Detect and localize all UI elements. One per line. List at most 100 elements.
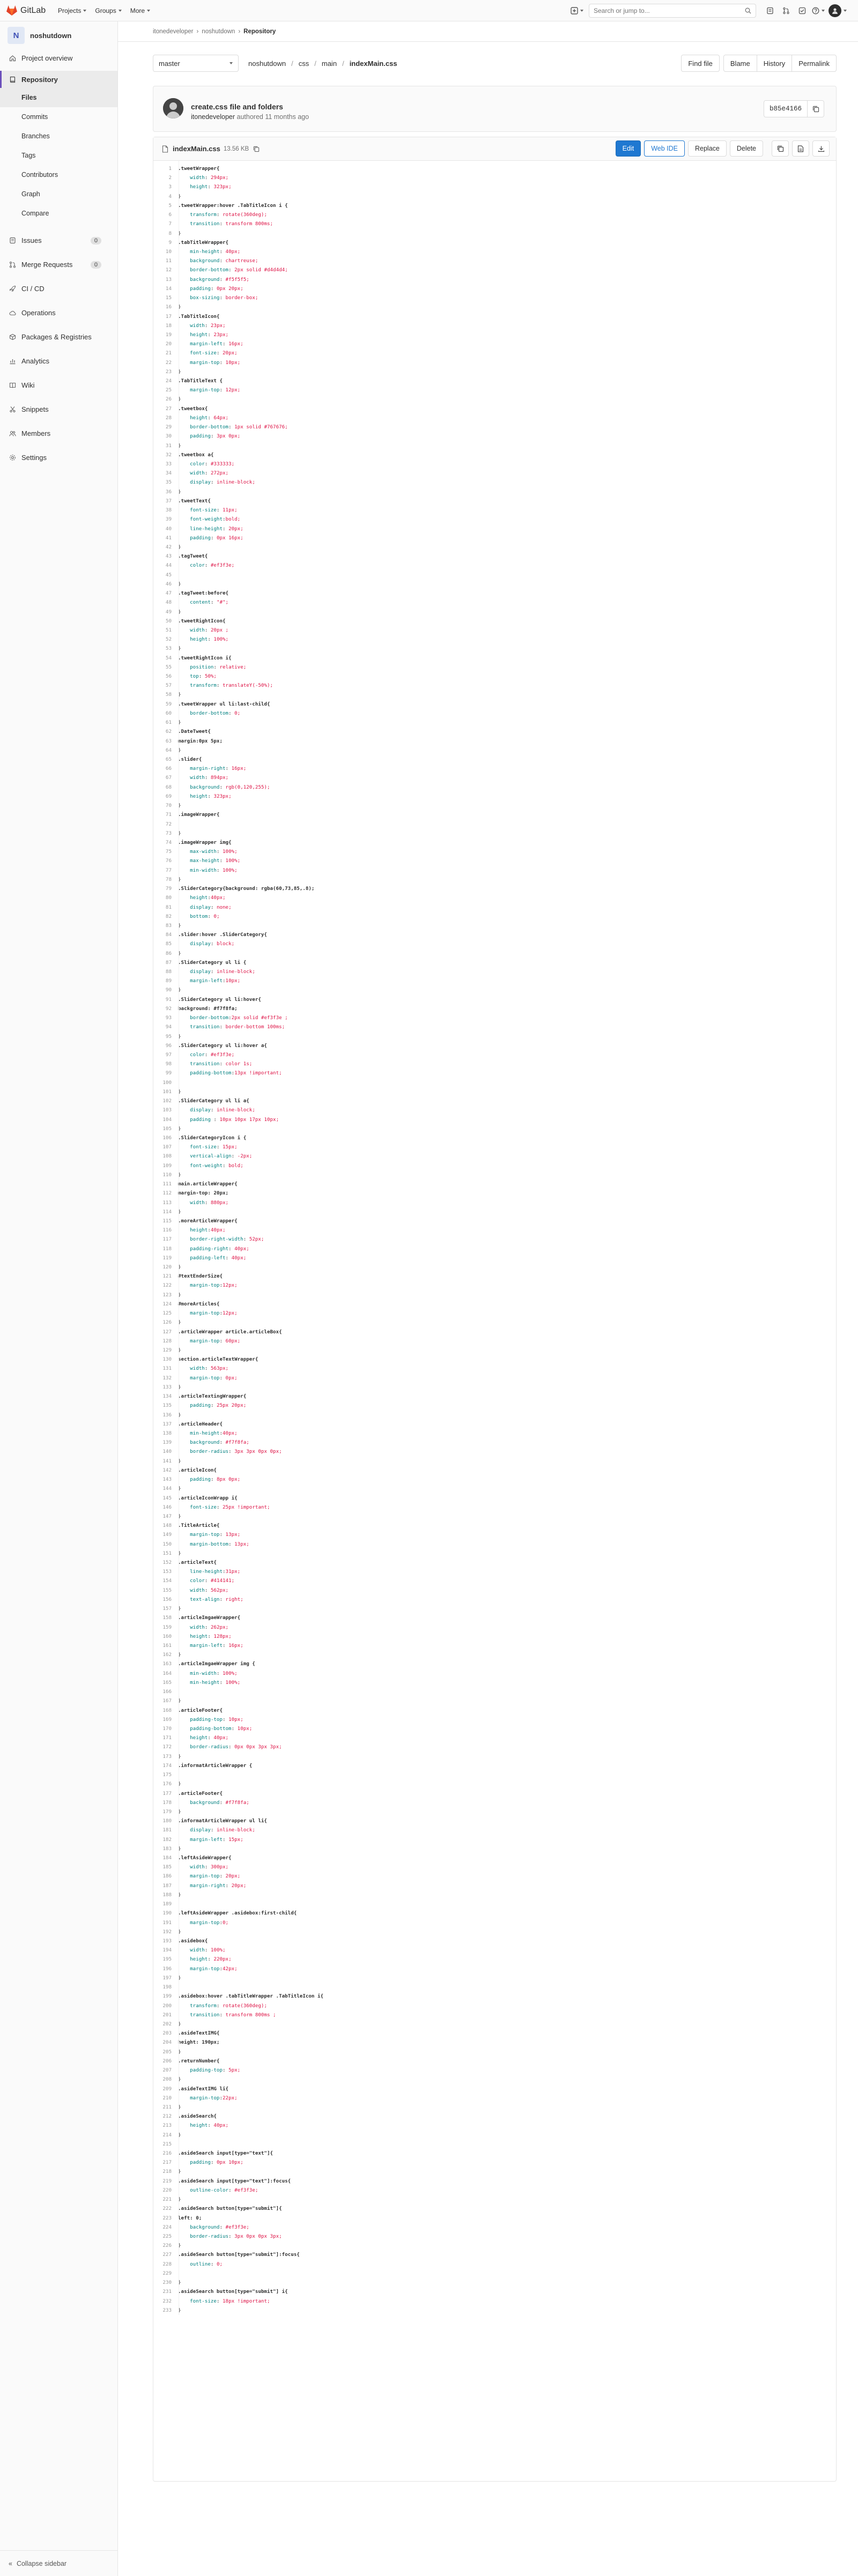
collapse-sidebar-button[interactable]: « Collapse sidebar (0, 2550, 118, 2576)
permalink-button[interactable]: Permalink (792, 55, 837, 72)
code-line: 47 .tagTweet:before{ (153, 589, 836, 598)
search-input[interactable] (594, 7, 745, 14)
merge-request-icon[interactable] (779, 5, 794, 17)
sidebar-item-ci-cd[interactable]: CI / CD (0, 277, 117, 301)
sidebar-item-wiki[interactable]: Wiki (0, 373, 117, 397)
code-text: height: 64px; (178, 414, 229, 421)
code-line: 80 height:40px; (153, 893, 836, 902)
issues-icon[interactable] (763, 5, 778, 17)
sidebar-item-members[interactable]: Members (0, 421, 117, 446)
replace-button[interactable]: Replace (687, 140, 727, 157)
sidebar-subitem-tags[interactable]: Tags (0, 146, 117, 165)
code-text: min-height: 100%; (178, 1679, 241, 1686)
breadcrumb-project[interactable]: noshutdown (202, 28, 235, 35)
new-item-dropdown[interactable] (569, 5, 585, 17)
code-text: height: 128px; (178, 1633, 232, 1639)
path-segment-file[interactable]: indexMain.css (350, 60, 397, 68)
code-line: 24 .TabTitleText { (153, 376, 836, 385)
code-text: .tweetbox{ (178, 405, 208, 412)
code-line: 206 .returnNumber{ (153, 2057, 836, 2066)
commit-author[interactable]: itonedeveloper (191, 113, 235, 121)
code-line: 64} (153, 746, 836, 755)
collapse-sidebar-label: Collapse sidebar (16, 2559, 67, 2567)
code-line: 156 text-align: right; (153, 1595, 836, 1604)
code-text: border-radius: 0px 0px 3px 3px; (178, 1744, 282, 1750)
open-raw-button[interactable] (792, 140, 809, 157)
sidebar-project-header[interactable]: N noshutdown (0, 21, 117, 49)
nav-more-label: More (130, 6, 145, 14)
sidebar-item-operations[interactable]: Operations (0, 301, 117, 325)
copy-file-path-button[interactable] (253, 146, 260, 152)
commit-title[interactable]: create.css file and folders (191, 102, 283, 111)
code-line: 210 margin-top:22px; (153, 2094, 836, 2103)
delete-button[interactable]: Delete (729, 140, 763, 157)
avatar[interactable] (163, 98, 183, 118)
download-button[interactable] (812, 140, 830, 157)
code-line: 58} (153, 690, 836, 699)
sidebar-subitem-contributors[interactable]: Contributors (0, 165, 117, 184)
history-button-group: Blame History Permalink (723, 55, 837, 72)
branch-selector[interactable]: master (153, 55, 239, 72)
nav-projects[interactable]: Projects (58, 7, 87, 14)
todo-icon[interactable] (795, 5, 810, 17)
sidebar-item-project-overview[interactable]: Project overview (0, 49, 117, 66)
help-icon (812, 7, 819, 14)
sidebar-item-merge-requests[interactable]: Merge Requests 0 (0, 253, 117, 277)
code-text: .tweetRightIcon{ (178, 618, 226, 624)
code-line: 191 margin-top:0; (153, 1918, 836, 1927)
code-line: 108 vertical-align: -2px; (153, 1152, 836, 1161)
path-segment-css[interactable]: css (299, 60, 309, 68)
code-line: 36} (153, 487, 836, 496)
blame-button[interactable]: Blame (723, 55, 757, 72)
sidebar-subitem-commits[interactable]: Commits (0, 107, 117, 127)
find-file-button[interactable]: Find file (681, 55, 720, 72)
search-box[interactable] (589, 4, 756, 18)
sidebar-subitem-files[interactable]: Files (0, 88, 117, 107)
path-separator: / (342, 59, 344, 68)
code-line: 207 padding-top: 5px; (153, 2066, 836, 2075)
breadcrumb-current[interactable]: Repository (243, 28, 276, 35)
sidebar-item-packages[interactable]: Packages & Registries (0, 325, 117, 349)
copy-sha-button[interactable] (808, 101, 824, 117)
user-menu[interactable] (827, 4, 848, 17)
code-text: .tweetText{ (178, 498, 211, 504)
nav-more[interactable]: More (130, 6, 151, 14)
help-dropdown[interactable] (811, 5, 826, 17)
code-line: 230} (153, 2278, 836, 2287)
sidebar-item-settings[interactable]: Settings (0, 446, 117, 470)
gitlab-logo[interactable]: GitLab (6, 5, 58, 16)
code-line: 226} (153, 2241, 836, 2250)
path-segment-project[interactable]: noshutdown (248, 60, 286, 68)
history-button[interactable]: History (756, 55, 793, 72)
copy-source-button[interactable] (772, 140, 789, 157)
code-text: border-bottom: 2px solid #d4d4d4; (178, 267, 288, 273)
code-text: display: inline-block; (178, 1827, 255, 1833)
code-line: 145 .articleIconWrapp i{ (153, 1494, 836, 1503)
sidebar-item-repository[interactable]: Repository (0, 71, 117, 88)
sidebar-item-issues[interactable]: Issues 0 (0, 228, 117, 253)
code-line: 17 .TabTitleIcon{ (153, 312, 836, 321)
code-line: 112 margin-top: 20px; (153, 1189, 836, 1198)
nav-groups[interactable]: Groups (95, 7, 122, 14)
path-segment-main[interactable]: main (322, 60, 337, 68)
code-line: 181 display: inline-block; (153, 1825, 836, 1835)
sidebar-item-snippets[interactable]: Snippets (0, 397, 117, 421)
branch-name: master (159, 59, 180, 68)
code-text: font-weight:bold; (178, 516, 241, 523)
code-text: .moreArticleWrapper{ (178, 1218, 238, 1224)
code-text: margin-top: 10px; (178, 359, 241, 366)
sidebar-subitem-compare[interactable]: Compare (0, 204, 117, 223)
commit-sha[interactable]: b85e4166 (764, 101, 808, 117)
sidebar-subitem-graph[interactable]: Graph (0, 184, 117, 204)
code-text: border-bottom:2px solid #ef3f3e ; (178, 1015, 288, 1021)
code-line: 177 .articleFooter{ (153, 1789, 836, 1798)
code-line: 152 .articleText{ (153, 1558, 836, 1567)
edit-button[interactable]: Edit (615, 140, 641, 157)
sidebar-item-analytics[interactable]: Analytics (0, 349, 117, 373)
breadcrumb-owner[interactable]: itonedeveloper (153, 28, 193, 35)
code-line: 32 .tweetbox a{ (153, 450, 836, 459)
sidebar-subitem-branches[interactable]: Branches (0, 127, 117, 146)
web-ide-button[interactable]: Web IDE (644, 140, 685, 157)
code-text: max-width: 100%; (178, 849, 238, 855)
code-line: 233} (153, 2306, 836, 2315)
